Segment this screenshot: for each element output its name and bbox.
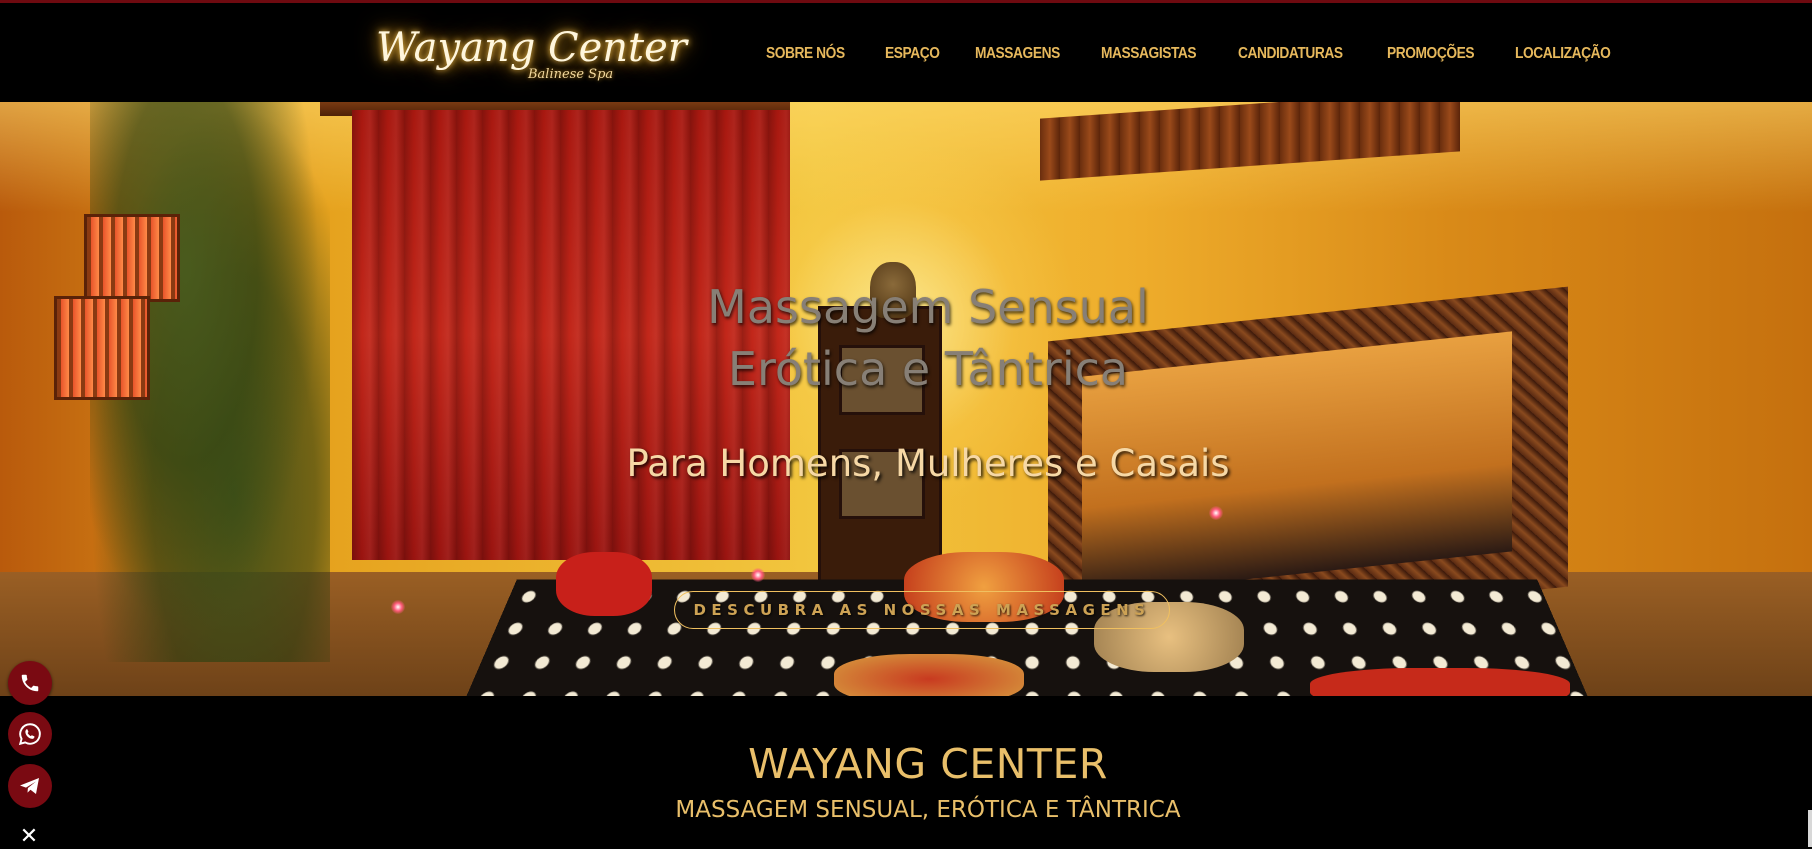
telegram-button[interactable] <box>8 764 52 808</box>
nav-item-candidaturas[interactable]: CANDIDATURAS <box>1238 45 1343 69</box>
cushion-red-right <box>1310 668 1570 696</box>
intro-title: WAYANG CENTER <box>0 740 1812 788</box>
nav-item-espaco[interactable]: ESPAÇO <box>885 45 940 69</box>
whatsapp-button[interactable] <box>8 712 52 756</box>
main-nav: SOBRE NÓS ESPAÇO MASSAGENS MASSAGISTAS C… <box>766 45 1653 69</box>
hero-title-line2: Erótica e Tântrica <box>0 338 1812 400</box>
nav-item-massagistas[interactable]: MASSAGISTAS <box>1101 45 1196 69</box>
hero-subtitle: Para Homens, Mulheres e Casais <box>0 442 1812 485</box>
close-contact-icon[interactable]: ✕ <box>18 826 40 848</box>
discover-massages-button[interactable]: DESCUBRA AS NOSSAS MASSAGENS <box>674 591 1170 629</box>
intro-subtitle: MASSAGEM SENSUAL, ERÓTICA E TÂNTRICA <box>0 797 1812 823</box>
red-pouf <box>556 552 652 616</box>
candle-right <box>1209 506 1223 520</box>
nav-item-promocoes[interactable]: PROMOÇÕES <box>1387 45 1474 69</box>
whatsapp-icon <box>17 721 43 747</box>
site-header: Wayang Center Balinese Spa SOBRE NÓS ESP… <box>0 0 1812 102</box>
petal-bowl <box>834 654 1024 696</box>
logo-tagline: Balinese Spa <box>528 67 613 82</box>
telegram-icon <box>18 774 42 798</box>
hero-section: Massagem Sensual Erótica e Tântrica Para… <box>0 102 1812 696</box>
candle-center <box>751 568 765 582</box>
nav-item-massagens[interactable]: MASSAGENS <box>975 45 1060 69</box>
nav-item-sobre-nos[interactable]: SOBRE NÓS <box>766 45 845 69</box>
phone-icon <box>19 672 41 694</box>
logo-name: Wayang Center <box>376 25 687 71</box>
logo-link[interactable]: Wayang Center Balinese Spa <box>376 25 626 87</box>
nav-item-localizacao[interactable]: LOCALIZAÇÃO <box>1515 45 1610 69</box>
call-button[interactable] <box>8 661 52 705</box>
hero-title: Massagem Sensual Erótica e Tântrica <box>0 276 1812 400</box>
hero-title-line1: Massagem Sensual <box>0 276 1812 338</box>
scroll-edge <box>1808 810 1812 847</box>
candle-left <box>391 600 405 614</box>
